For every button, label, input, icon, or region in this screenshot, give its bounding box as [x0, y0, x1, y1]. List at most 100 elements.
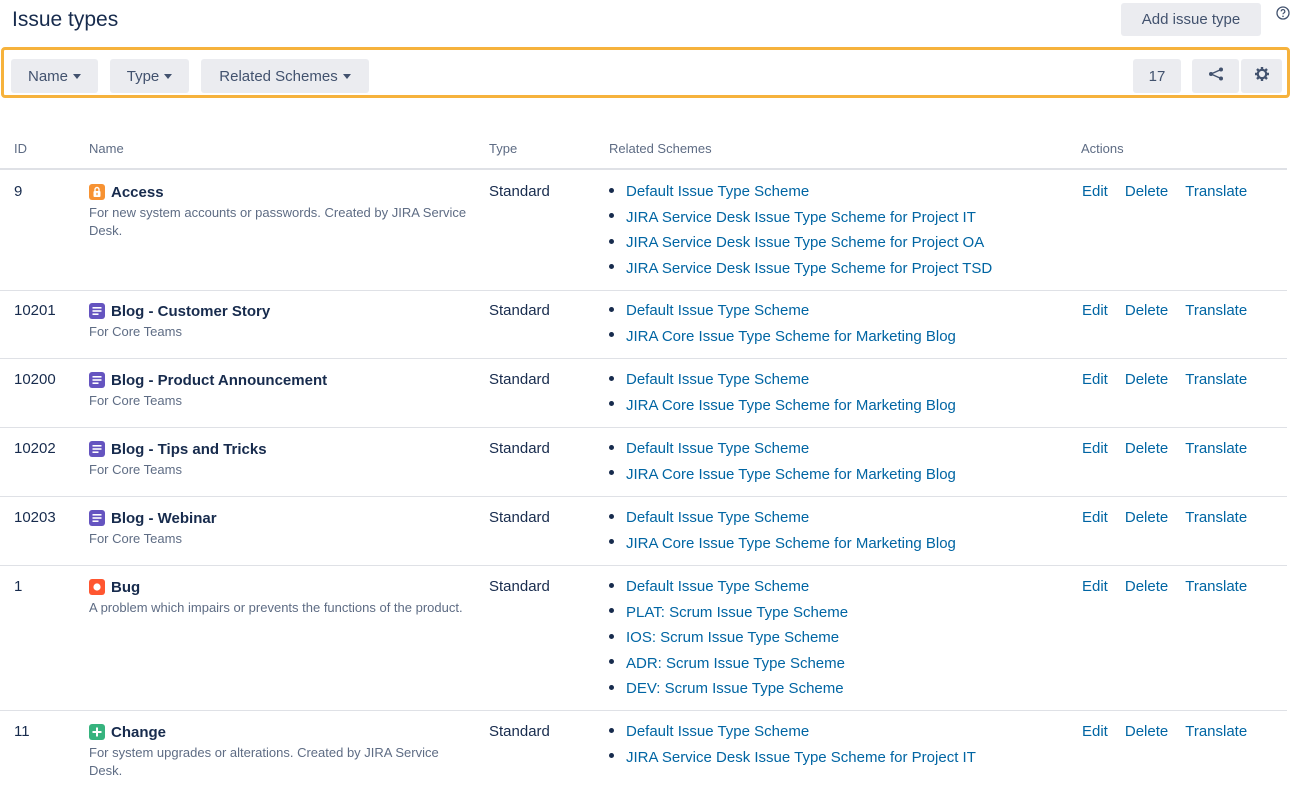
question-circle-icon[interactable] [1276, 6, 1290, 20]
type-filter-dropdown[interactable]: Type [110, 59, 189, 93]
issue-type-name-line: Blog - Webinar [89, 508, 479, 528]
edit-link[interactable]: Edit [1082, 302, 1108, 319]
row-divider [0, 710, 1287, 711]
result-count: 17 [1133, 59, 1181, 93]
related-scheme-link[interactable]: ADR: Scrum Issue Type Scheme [626, 655, 845, 672]
related-scheme-link[interactable]: JIRA Core Issue Type Scheme for Marketin… [626, 397, 956, 414]
bullet-icon [609, 401, 614, 407]
issue-type-description: For Core Teams [89, 393, 182, 408]
related-scheme-link[interactable]: JIRA Service Desk Issue Type Scheme for … [626, 209, 976, 226]
bug-icon [89, 579, 105, 595]
related-scheme-item: Default Issue Type Scheme [609, 436, 956, 462]
issue-type-name-line: Change [89, 722, 479, 742]
related-scheme-link[interactable]: JIRA Service Desk Issue Type Scheme for … [626, 234, 984, 251]
issue-type-id: 10202 [14, 440, 56, 457]
edit-link[interactable]: Edit [1082, 578, 1108, 595]
delete-link[interactable]: Delete [1125, 509, 1168, 526]
issue-type-name-cell: Blog - Product Announcement For Core Team… [89, 370, 479, 410]
issue-type-name-line: Access [89, 182, 479, 202]
related-scheme-link[interactable]: JIRA Core Issue Type Scheme for Marketin… [626, 328, 956, 345]
translate-link[interactable]: Translate [1185, 302, 1247, 319]
delete-link[interactable]: Delete [1125, 183, 1168, 200]
edit-link[interactable]: Edit [1082, 509, 1108, 526]
share-button[interactable] [1192, 59, 1239, 93]
bullet-icon [609, 187, 614, 193]
column-header-type: Type [489, 141, 518, 156]
translate-link[interactable]: Translate [1185, 723, 1247, 740]
document-icon [89, 510, 105, 526]
issue-type-name-cell: Blog - Webinar For Core Teams [89, 508, 479, 548]
related-schemes-filter-dropdown[interactable]: Related Schemes [201, 59, 369, 93]
related-scheme-link[interactable]: JIRA Core Issue Type Scheme for Marketin… [626, 466, 956, 483]
related-scheme-link[interactable]: JIRA Service Desk Issue Type Scheme for … [626, 260, 992, 277]
related-scheme-link[interactable]: PLAT: Scrum Issue Type Scheme [626, 604, 848, 621]
bullet-icon [609, 753, 614, 759]
edit-link[interactable]: Edit [1082, 440, 1108, 457]
add-issue-type-button[interactable]: Add issue type [1121, 3, 1261, 36]
row-divider [0, 565, 1287, 566]
delete-link[interactable]: Delete [1125, 440, 1168, 457]
edit-link[interactable]: Edit [1082, 371, 1108, 388]
bullet-icon [609, 582, 614, 588]
settings-button[interactable] [1241, 59, 1282, 93]
bullet-icon [609, 684, 614, 690]
issue-type-type: Standard [489, 509, 550, 526]
issue-type-description: For system upgrades or alterations. Crea… [89, 745, 439, 778]
issue-type-id: 9 [14, 183, 23, 200]
issue-type-description: For Core Teams [89, 531, 182, 546]
share-icon [1208, 67, 1224, 85]
related-scheme-item: DEV: Scrum Issue Type Scheme [609, 676, 848, 702]
issue-type-name: Blog - Webinar [111, 509, 217, 527]
related-scheme-link[interactable]: Default Issue Type Scheme [626, 371, 809, 388]
bullet-icon [609, 727, 614, 733]
issue-type-id: 10201 [14, 302, 56, 319]
issue-type-name: Change [111, 723, 167, 741]
edit-link[interactable]: Edit [1082, 723, 1108, 740]
related-scheme-item: PLAT: Scrum Issue Type Scheme [609, 600, 848, 626]
delete-link[interactable]: Delete [1125, 578, 1168, 595]
translate-link[interactable]: Translate [1185, 578, 1247, 595]
related-scheme-link[interactable]: Default Issue Type Scheme [626, 183, 809, 200]
edit-link[interactable]: Edit [1082, 183, 1108, 200]
bullet-icon [609, 444, 614, 450]
translate-link[interactable]: Translate [1185, 183, 1247, 200]
related-scheme-link[interactable]: JIRA Service Desk Issue Type Scheme for … [626, 749, 976, 766]
row-actions: Edit Delete Translate [1082, 302, 1264, 319]
issue-type-id: 10203 [14, 509, 56, 526]
delete-link[interactable]: Delete [1125, 723, 1168, 740]
related-scheme-link[interactable]: IOS: Scrum Issue Type Scheme [626, 629, 839, 646]
delete-link[interactable]: Delete [1125, 371, 1168, 388]
gear-icon [1254, 66, 1270, 86]
related-scheme-item: JIRA Service Desk Issue Type Scheme for … [609, 230, 992, 256]
bullet-icon [609, 332, 614, 338]
translate-link[interactable]: Translate [1185, 440, 1247, 457]
related-scheme-link[interactable]: Default Issue Type Scheme [626, 302, 809, 319]
related-scheme-link[interactable]: DEV: Scrum Issue Type Scheme [626, 680, 844, 697]
issue-type-id: 10200 [14, 371, 56, 388]
name-filter-label: Name [27, 67, 68, 85]
related-scheme-link[interactable]: Default Issue Type Scheme [626, 509, 809, 526]
related-schemes-list: Default Issue Type Scheme JIRA Core Issue… [609, 436, 956, 487]
row-actions: Edit Delete Translate [1082, 723, 1264, 740]
type-filter-label: Type [126, 67, 160, 85]
lock-icon [89, 184, 105, 200]
related-scheme-link[interactable]: Default Issue Type Scheme [626, 578, 809, 595]
caret-down-icon [164, 73, 173, 79]
related-scheme-link[interactable]: Default Issue Type Scheme [626, 723, 809, 740]
related-scheme-link[interactable]: JIRA Core Issue Type Scheme for Marketin… [626, 535, 956, 552]
related-scheme-item: ADR: Scrum Issue Type Scheme [609, 651, 848, 677]
translate-link[interactable]: Translate [1185, 371, 1247, 388]
column-header-name: Name [89, 141, 124, 156]
issue-type-id: 11 [14, 723, 30, 740]
related-scheme-link[interactable]: Default Issue Type Scheme [626, 440, 809, 457]
issue-type-name-cell: Access For new system accounts or passwor… [89, 182, 479, 240]
delete-link[interactable]: Delete [1125, 302, 1168, 319]
bullet-icon [609, 470, 614, 476]
name-filter-dropdown[interactable]: Name [11, 59, 98, 93]
translate-link[interactable]: Translate [1185, 509, 1247, 526]
related-scheme-item: Default Issue Type Scheme [609, 505, 956, 531]
bullet-icon [609, 264, 614, 270]
document-icon [89, 372, 105, 388]
related-scheme-item: JIRA Service Desk Issue Type Scheme for … [609, 205, 992, 231]
related-schemes-list: Default Issue Type Scheme JIRA Core Issue… [609, 298, 956, 349]
